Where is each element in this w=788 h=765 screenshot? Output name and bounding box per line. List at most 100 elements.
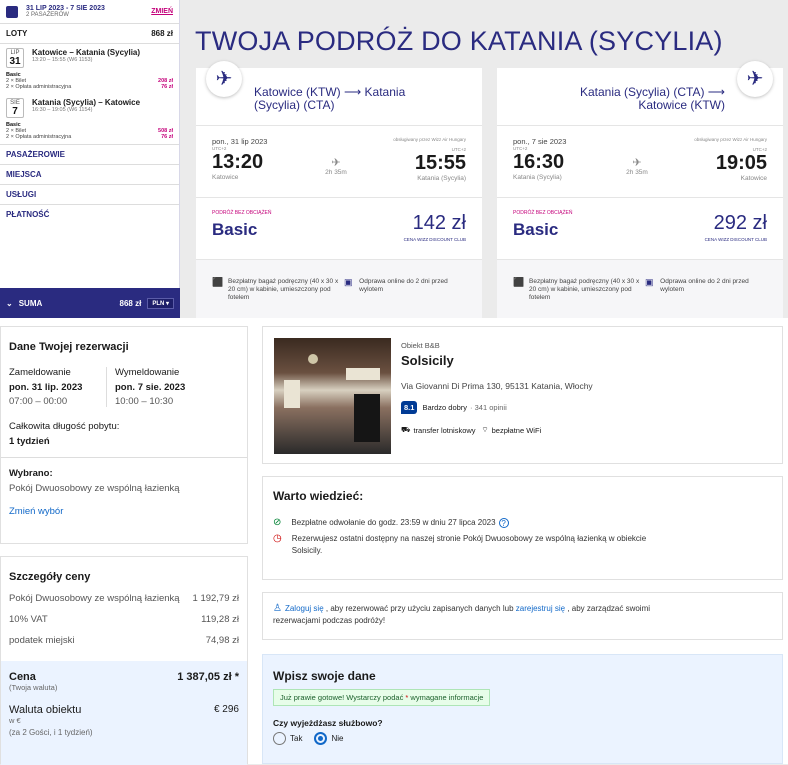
- plane-icon: ✈: [737, 61, 773, 97]
- leg-times: 16:30 – 19:05 (W6 1154): [32, 107, 93, 113]
- form-title: Wpisz swoje dane: [273, 669, 376, 683]
- fare-item-label: 2 × Opłata administracyjna: [6, 84, 72, 90]
- bag-icon: ⬛: [212, 277, 224, 287]
- price-line-label: Pokój Dwuosobowy ze wspólną łazienką: [9, 593, 180, 604]
- arr-time: 19:05: [715, 152, 767, 174]
- bag-feature: ⬛ Bezpłatny bagaż podręczny (40 x 30 x 20…: [212, 278, 340, 302]
- radio-yes[interactable]: [273, 732, 286, 745]
- price-lines: Pokój Dwuosobowy ze wspólną łazienką 1 19…: [1, 593, 247, 656]
- dep-time: 16:30: [513, 151, 565, 173]
- fare-tag: PODRÓŻ BEZ OBCIĄŻEŃ: [513, 210, 573, 216]
- section-passengers[interactable]: PASAŻEROWIE: [0, 144, 179, 164]
- sum-label: SUMA: [18, 298, 43, 308]
- last-room-row: ◷ Rezerwujesz ostatni dostępny na naszej…: [273, 533, 772, 557]
- return-leg: SIE 7 Katania (Sycylia) – Katowice 16:30 –…: [0, 94, 179, 122]
- price-line-value: 119,28 zł: [201, 614, 239, 625]
- selected-room: Pokój Dwuosobowy ze wspólną łazienką: [9, 483, 180, 494]
- card-route: Katowice (KTW) ⟶ Katania (Sycylia) (CTA): [254, 86, 405, 112]
- free-cancel-row: ⊘ Bezpłatne odwołanie do godz. 23:59 w d…: [273, 517, 772, 528]
- fare-item-value: 76 zł: [161, 84, 173, 90]
- checkin-text: Odprawa online do 2 dni przed wylotem: [660, 278, 749, 293]
- change-link[interactable]: ZMIEŃ: [151, 8, 173, 15]
- operator: obsługiwany przez Wizz Air Hungary: [393, 137, 466, 142]
- total-box: Cena 1 387,05 zł * (Twoja waluta) Waluta …: [1, 661, 247, 765]
- signin-text-end-2: rezerwacjami podczas podróży!: [273, 616, 386, 625]
- arrival: UTC+2 19:05 Katowice: [716, 147, 767, 182]
- shuttle-icon: ⛟: [401, 425, 411, 434]
- price-line: Pokój Dwuosobowy ze wspólną łazienką 1 19…: [9, 593, 239, 614]
- checkin-time: 07:00 – 00:00: [9, 396, 68, 407]
- page-title: TWOJA PODRÓŻ DO KATANIA (SYCYLIA): [195, 26, 723, 56]
- property-currency-value: € 296: [213, 704, 239, 715]
- checkout-date: pon. 7 sie. 2023: [115, 382, 186, 393]
- flight-date: pon., 7 sie 2023: [513, 137, 567, 146]
- property-currency-label: Waluta obiektu: [9, 704, 82, 716]
- date-box: SIE 7: [6, 98, 24, 118]
- trip-dates: 31 LIP 2023 - 7 SIE 2023: [26, 5, 105, 12]
- checkin-feature: ▣ Odprawa online do 2 dni przed wylotem: [645, 278, 765, 294]
- wifi-icon: ⌔: [481, 425, 489, 434]
- notice-text-end: wymagane informacje: [408, 693, 484, 702]
- club-price-label: CENA WIZZ DISCOUNT CLUB: [403, 237, 466, 242]
- currency-select[interactable]: PLN ▾: [147, 297, 174, 309]
- fare-name: Basic: [212, 220, 258, 239]
- checkout-block: Wymeldowanie pon. 7 sie. 2023 10:00 – 10…: [107, 367, 185, 407]
- leg-day: 7: [12, 106, 18, 117]
- property-currency-note: (za 2 Gości, i 1 tydzień): [9, 728, 93, 737]
- duration: ✈ 2h 35m: [306, 156, 366, 176]
- rating-text: Bardzo dobry: [422, 403, 468, 412]
- plane-small-icon: ✈: [331, 157, 341, 169]
- fare-item-value: 76 zł: [161, 134, 173, 140]
- fare-box[interactable]: PODRÓŻ BEZ OBCIĄŻEŃ Basic 292 zł CENA WI…: [497, 198, 783, 260]
- last-room-text-2: Solsicily.: [291, 546, 323, 555]
- help-icon[interactable]: ?: [498, 517, 509, 528]
- duration-value: 2h 35m: [626, 169, 648, 176]
- form-notice: Już prawie gotowe! Wystarczy podać * wym…: [273, 689, 491, 706]
- leg-route: Katowice – Katania (Sycylia): [32, 48, 141, 57]
- business-trip-question: Czy wyjeżdżasz służbowo?: [273, 718, 383, 728]
- passenger-count: 2 PASAŻERÓW: [26, 12, 69, 18]
- section-payment[interactable]: PŁATNOŚĆ: [0, 204, 179, 224]
- radio-no[interactable]: [314, 732, 328, 745]
- chevron-down-icon: ⌄: [6, 298, 13, 308]
- stay-length-label: Całkowita długość pobytu:: [9, 421, 120, 432]
- plane-icon: ✈: [206, 61, 242, 97]
- fare-price: 142 zł: [412, 212, 466, 234]
- property-currency-unit: w €: [9, 716, 21, 725]
- bag-text: Bezpłatny bagaż podręczny (40 x 30 x 20 …: [228, 278, 339, 301]
- price-line-value: 74,98 zł: [205, 635, 239, 646]
- property-currency-row: Waluta obiektu € 296: [9, 704, 239, 716]
- change-selection-link[interactable]: Zmień wybór: [9, 506, 239, 517]
- outbound-flight-card: ✈ Katowice (KTW) ⟶ Katania (Sycylia) (CTA…: [196, 61, 482, 318]
- check-circle-icon: ⊘: [273, 517, 282, 528]
- review-count: · 341 opinii: [470, 403, 507, 412]
- stay-length-value: 1 tydzień: [9, 436, 50, 447]
- good-to-know-title: Warto wiedzieć:: [273, 489, 364, 503]
- calendar-2-icon: ▣: [645, 277, 654, 287]
- amenity-wifi: bezpłatne WiFi: [491, 425, 542, 435]
- fare-item: 2 × Opłata administracyjna 76 zł: [0, 84, 179, 90]
- flight-date: pon., 31 lip 2023: [212, 137, 268, 146]
- hotel-name: Solsicily: [401, 353, 454, 368]
- section-seats[interactable]: MIEJSCA: [0, 164, 179, 184]
- return-flight-card: ✈ Katania (Sycylia) (CTA) ⟶ Katowice (KTW…: [497, 61, 783, 318]
- sum-bar[interactable]: ⌄ SUMA 868 zł PLN ▾: [0, 288, 180, 318]
- leg-route: Katania (Sycylia) – Katowice: [32, 98, 141, 107]
- calendar-2-icon: ▣: [344, 277, 353, 287]
- section-services[interactable]: USŁUGI: [0, 184, 179, 204]
- checkin-label: Zameldowanie: [9, 367, 71, 378]
- price-line: podatek miejski 74,98 zł: [9, 635, 239, 656]
- flight-summary-panel: 31 LIP 2023 - 7 SIE 2023 2 PASAŻERÓW ZMIE…: [0, 0, 180, 318]
- last-room-text: Rezerwujesz ostatni dostępny na naszej s…: [291, 534, 647, 543]
- login-link[interactable]: Zaloguj się: [285, 604, 324, 613]
- register-link[interactable]: zarejestruj się: [516, 604, 565, 613]
- signin-text-end: , aby zarządzać swoimi: [565, 604, 651, 613]
- fare-box[interactable]: PODRÓŻ BEZ OBCIĄŻEŃ Basic 142 zł CENA WI…: [196, 198, 482, 260]
- card-header: ✈ Katowice (KTW) ⟶ Katania (Sycylia) (CTA…: [196, 61, 482, 126]
- bag-text: Bezpłatny bagaż podręczny (40 x 30 x 20 …: [529, 278, 640, 301]
- card-header: ✈ Katania (Sycylia) (CTA) ⟶ Katowice (KTW…: [497, 61, 783, 126]
- departure: pon., 31 lip 2023 UTC+2 13:20 Katowice: [212, 137, 267, 181]
- card-route: Katania (Sycylia) (CTA) ⟶ Katowice (KTW): [580, 86, 725, 112]
- dep-time: 13:20: [212, 151, 264, 173]
- signin-box: ♙ Zaloguj się , aby rezerwować przy użyci…: [262, 592, 783, 640]
